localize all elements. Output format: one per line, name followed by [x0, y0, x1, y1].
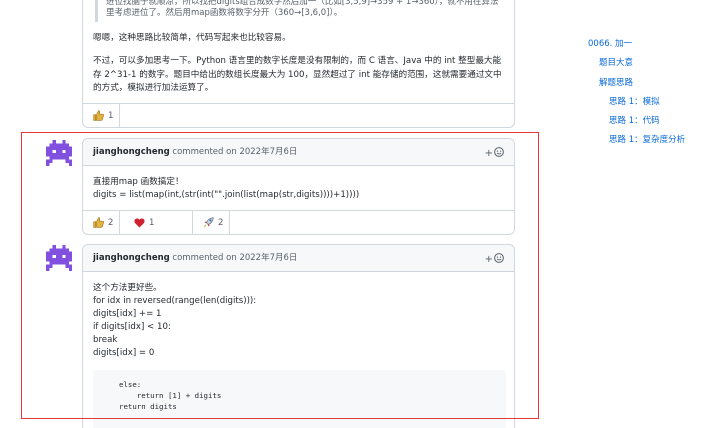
- thumbs-up-icon: [93, 217, 104, 228]
- comment-text-line: for idx in reversed(range(len(digits))):: [93, 296, 257, 306]
- comment-text-line: if digits[idx] < 10:: [93, 322, 171, 332]
- reaction-thumbs-up[interactable]: 2: [83, 211, 120, 234]
- comment-action: commented on: [172, 253, 237, 263]
- paragraph-line: 存 2^31-1 的数字。题目中给出的数组长度最大为 100，显然超过了 int…: [93, 69, 502, 80]
- comment-text-line: 这个方法更好些。: [93, 283, 162, 293]
- comment-action: commented on: [172, 147, 237, 157]
- reaction-rocket[interactable]: 2: [193, 211, 230, 234]
- plus-icon: +: [484, 253, 493, 265]
- quote-line: 里考虑进位了。然后用map函数将数字分开（360→[3,6,0]）。: [106, 8, 343, 18]
- paragraph-line: 的方式，模拟进行加法运算了。: [93, 83, 214, 93]
- reaction-count: 2: [108, 217, 114, 228]
- plus-icon: +: [484, 147, 493, 159]
- previous-comment-card: 进位找脑子就顺凉，所以找把digits组合成数字然后加一（比如[3,5,9]→3…: [82, 0, 515, 128]
- toc-item[interactable]: 思路 1：代码: [609, 115, 660, 127]
- comment-card: jianghongcheng commented on 2022年7月6日 + …: [82, 244, 515, 428]
- comment-text-line: digits[idx] = 0: [93, 348, 155, 358]
- previous-comment-quote: 进位找脑子就顺凉，所以找把digits组合成数字然后加一（比如[3,5,9]→3…: [95, 0, 500, 22]
- comment-card: jianghongcheng commented on 2022年7月6日 + …: [82, 138, 515, 235]
- comment-author[interactable]: jianghongcheng: [93, 253, 170, 263]
- comment-text-line: digits[idx] += 1: [93, 309, 162, 319]
- toc-item[interactable]: 思路 1：模拟: [609, 96, 660, 108]
- code-line: return digits: [119, 402, 177, 411]
- quote-line: 进位找脑子就顺凉，所以找把digits组合成数字然后加一（比如[3,5,9]→3…: [106, 0, 499, 7]
- comment-header: jianghongcheng commented on 2022年7月6日 +: [83, 245, 514, 272]
- reaction-count: 1: [108, 110, 114, 121]
- avatar[interactable]: [46, 245, 72, 271]
- toc-item[interactable]: 解题思路: [599, 77, 633, 89]
- comment-date[interactable]: 2022年7月6日: [239, 253, 297, 263]
- code-line: else:: [119, 380, 142, 389]
- paragraph-line: 不过，可以多加思考一下。Python 语言里的数字长度是没有限制的，而 C 语言…: [93, 56, 502, 66]
- comment-text-line: break: [93, 335, 118, 345]
- reaction-thumbs-up[interactable]: 1: [83, 104, 120, 127]
- reaction-count: 2: [218, 217, 224, 228]
- comment-text-line: digits = list(map(int,(str(int("".join(l…: [93, 190, 360, 200]
- toc-item[interactable]: 0066. 加一: [588, 38, 632, 50]
- add-reaction-button[interactable]: +: [485, 253, 504, 266]
- add-reaction-button[interactable]: +: [485, 147, 504, 160]
- previous-comment-paragraph: 嗯嗯，这种思路比较简单，代码写起来也比较容易。: [93, 33, 291, 43]
- heart-icon: [134, 217, 145, 228]
- comment-text-line: 直接用map 函数搞定！: [93, 177, 184, 187]
- comment-date[interactable]: 2022年7月6日: [239, 147, 297, 157]
- code-line: return [1] + digits: [119, 391, 222, 400]
- thumbs-up-icon: [93, 110, 104, 121]
- reaction-heart[interactable]: 1: [120, 211, 193, 234]
- previous-comment-reactions: 1: [83, 103, 514, 127]
- toc-item[interactable]: 题目大意: [599, 57, 633, 69]
- smiley-icon: [494, 147, 504, 160]
- toc-item[interactable]: 思路 1：复杂度分析: [609, 134, 685, 146]
- comment-header: jianghongcheng commented on 2022年7月6日 +: [83, 139, 514, 166]
- avatar[interactable]: [46, 140, 72, 166]
- smiley-icon: [494, 253, 504, 266]
- previous-comment-paragraph: 不过，可以多加思考一下。Python 语言里的数字长度是没有限制的，而 C 语言…: [93, 55, 508, 96]
- comment-author[interactable]: jianghongcheng: [93, 147, 170, 157]
- comment-reactions: 2 1 2: [83, 210, 514, 234]
- rocket-icon: [203, 217, 214, 228]
- reaction-count: 1: [149, 217, 155, 228]
- code-block: else: return [1] + digits return digits: [93, 370, 506, 428]
